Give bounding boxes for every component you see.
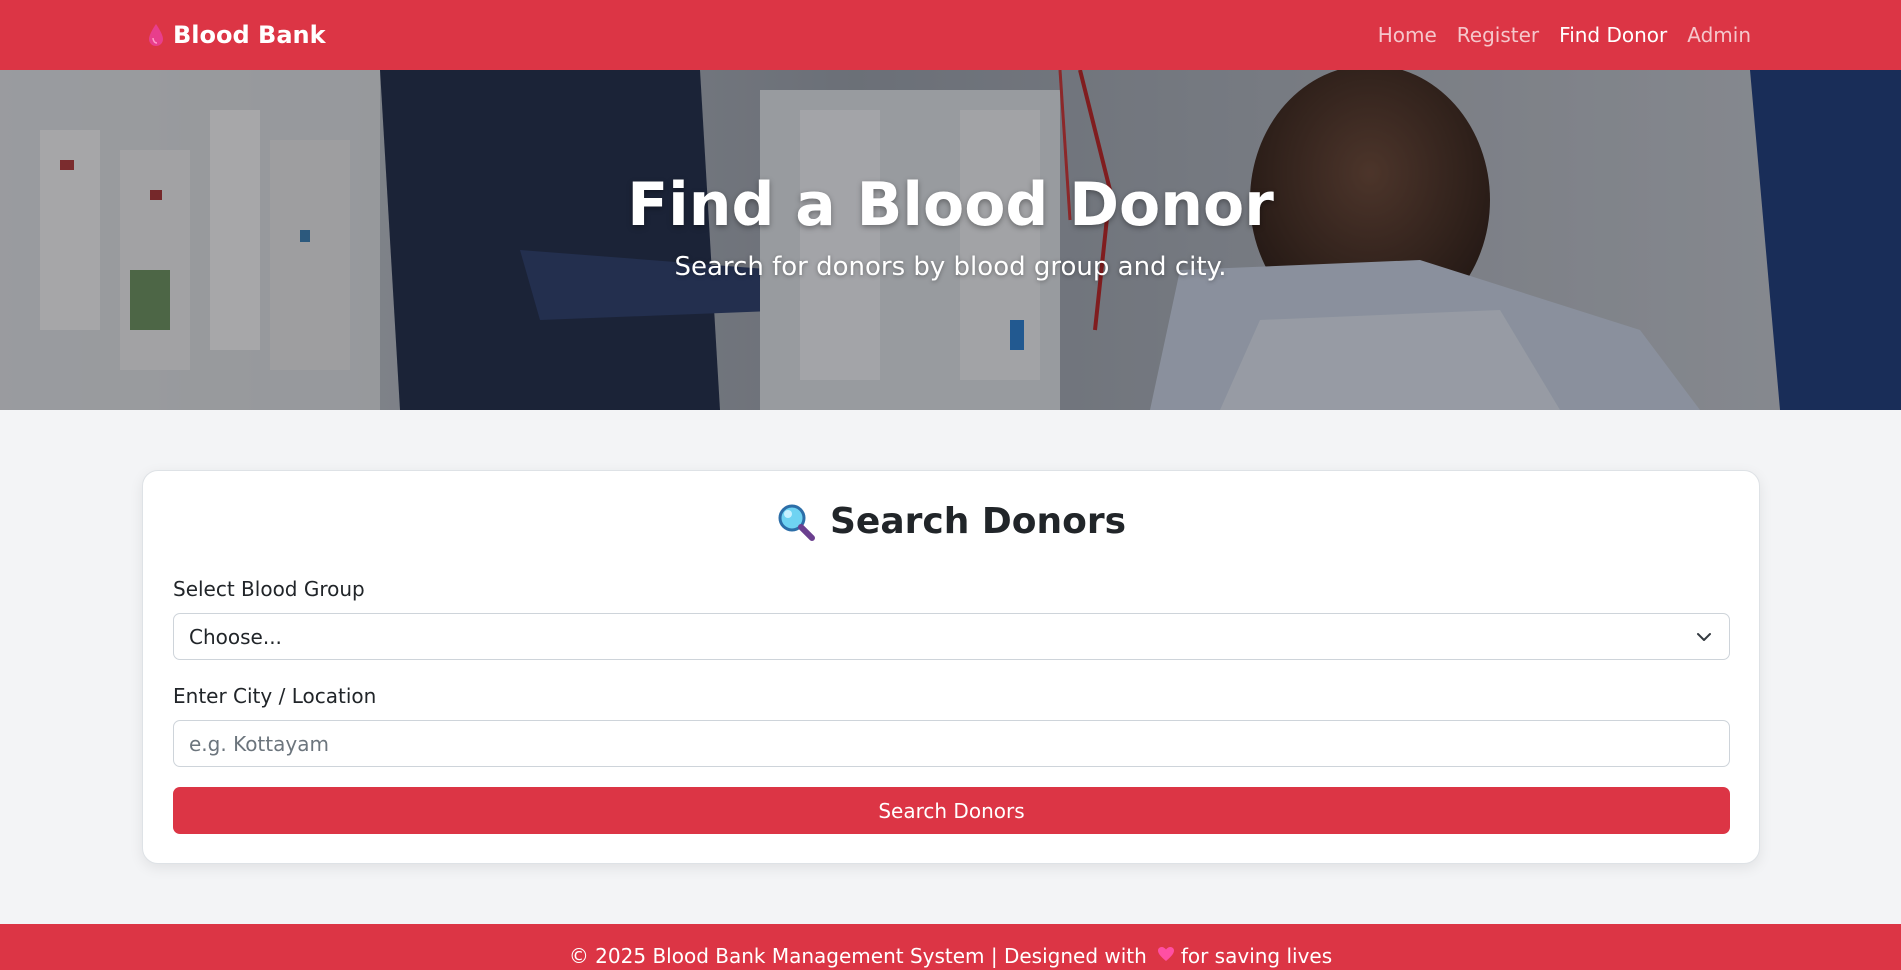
city-label: Enter City / Location — [173, 684, 377, 708]
hero-banner: Find a Blood Donor Search for donors by … — [0, 70, 1901, 410]
nav-links: Home Register Find Donor Admin — [1378, 0, 1751, 70]
blood-drop-icon — [149, 24, 163, 46]
brand[interactable]: Blood Bank — [147, 0, 326, 70]
footer: © 2025 Blood Bank Management System | De… — [0, 924, 1901, 970]
footer-text-after: for saving lives — [1180, 944, 1333, 968]
search-card: Search Donors Select Blood Group Choose.… — [142, 470, 1760, 864]
nav-link-register[interactable]: Register — [1457, 23, 1539, 47]
magnifier-icon — [778, 504, 815, 541]
footer-text-before: © 2025 Blood Bank Management System | De… — [568, 944, 1147, 968]
hero-subtitle: Search for donors by blood group and cit… — [674, 252, 1227, 282]
blood-group-select[interactable]: Choose... — [173, 613, 1730, 660]
hero-overlay — [0, 70, 1901, 410]
heart-icon — [1157, 947, 1174, 961]
city-input[interactable] — [173, 720, 1730, 767]
nav-link-admin[interactable]: Admin — [1687, 23, 1751, 47]
chevron-down-icon — [1697, 633, 1711, 641]
nav-link-find-donor[interactable]: Find Donor — [1559, 23, 1667, 47]
search-card-title: Search Donors — [143, 501, 1759, 542]
search-donors-button[interactable]: Search Donors — [173, 787, 1730, 834]
navbar: Blood Bank Home Register Find Donor Admi… — [0, 0, 1901, 70]
nav-link-home[interactable]: Home — [1378, 23, 1437, 47]
blood-group-selected-value: Choose... — [189, 624, 282, 649]
search-card-title-text: Search Donors — [829, 501, 1127, 542]
brand-label: Blood Bank — [173, 21, 326, 49]
blood-group-label: Select Blood Group — [173, 577, 365, 601]
hero-title: Find a Blood Donor — [627, 170, 1274, 240]
